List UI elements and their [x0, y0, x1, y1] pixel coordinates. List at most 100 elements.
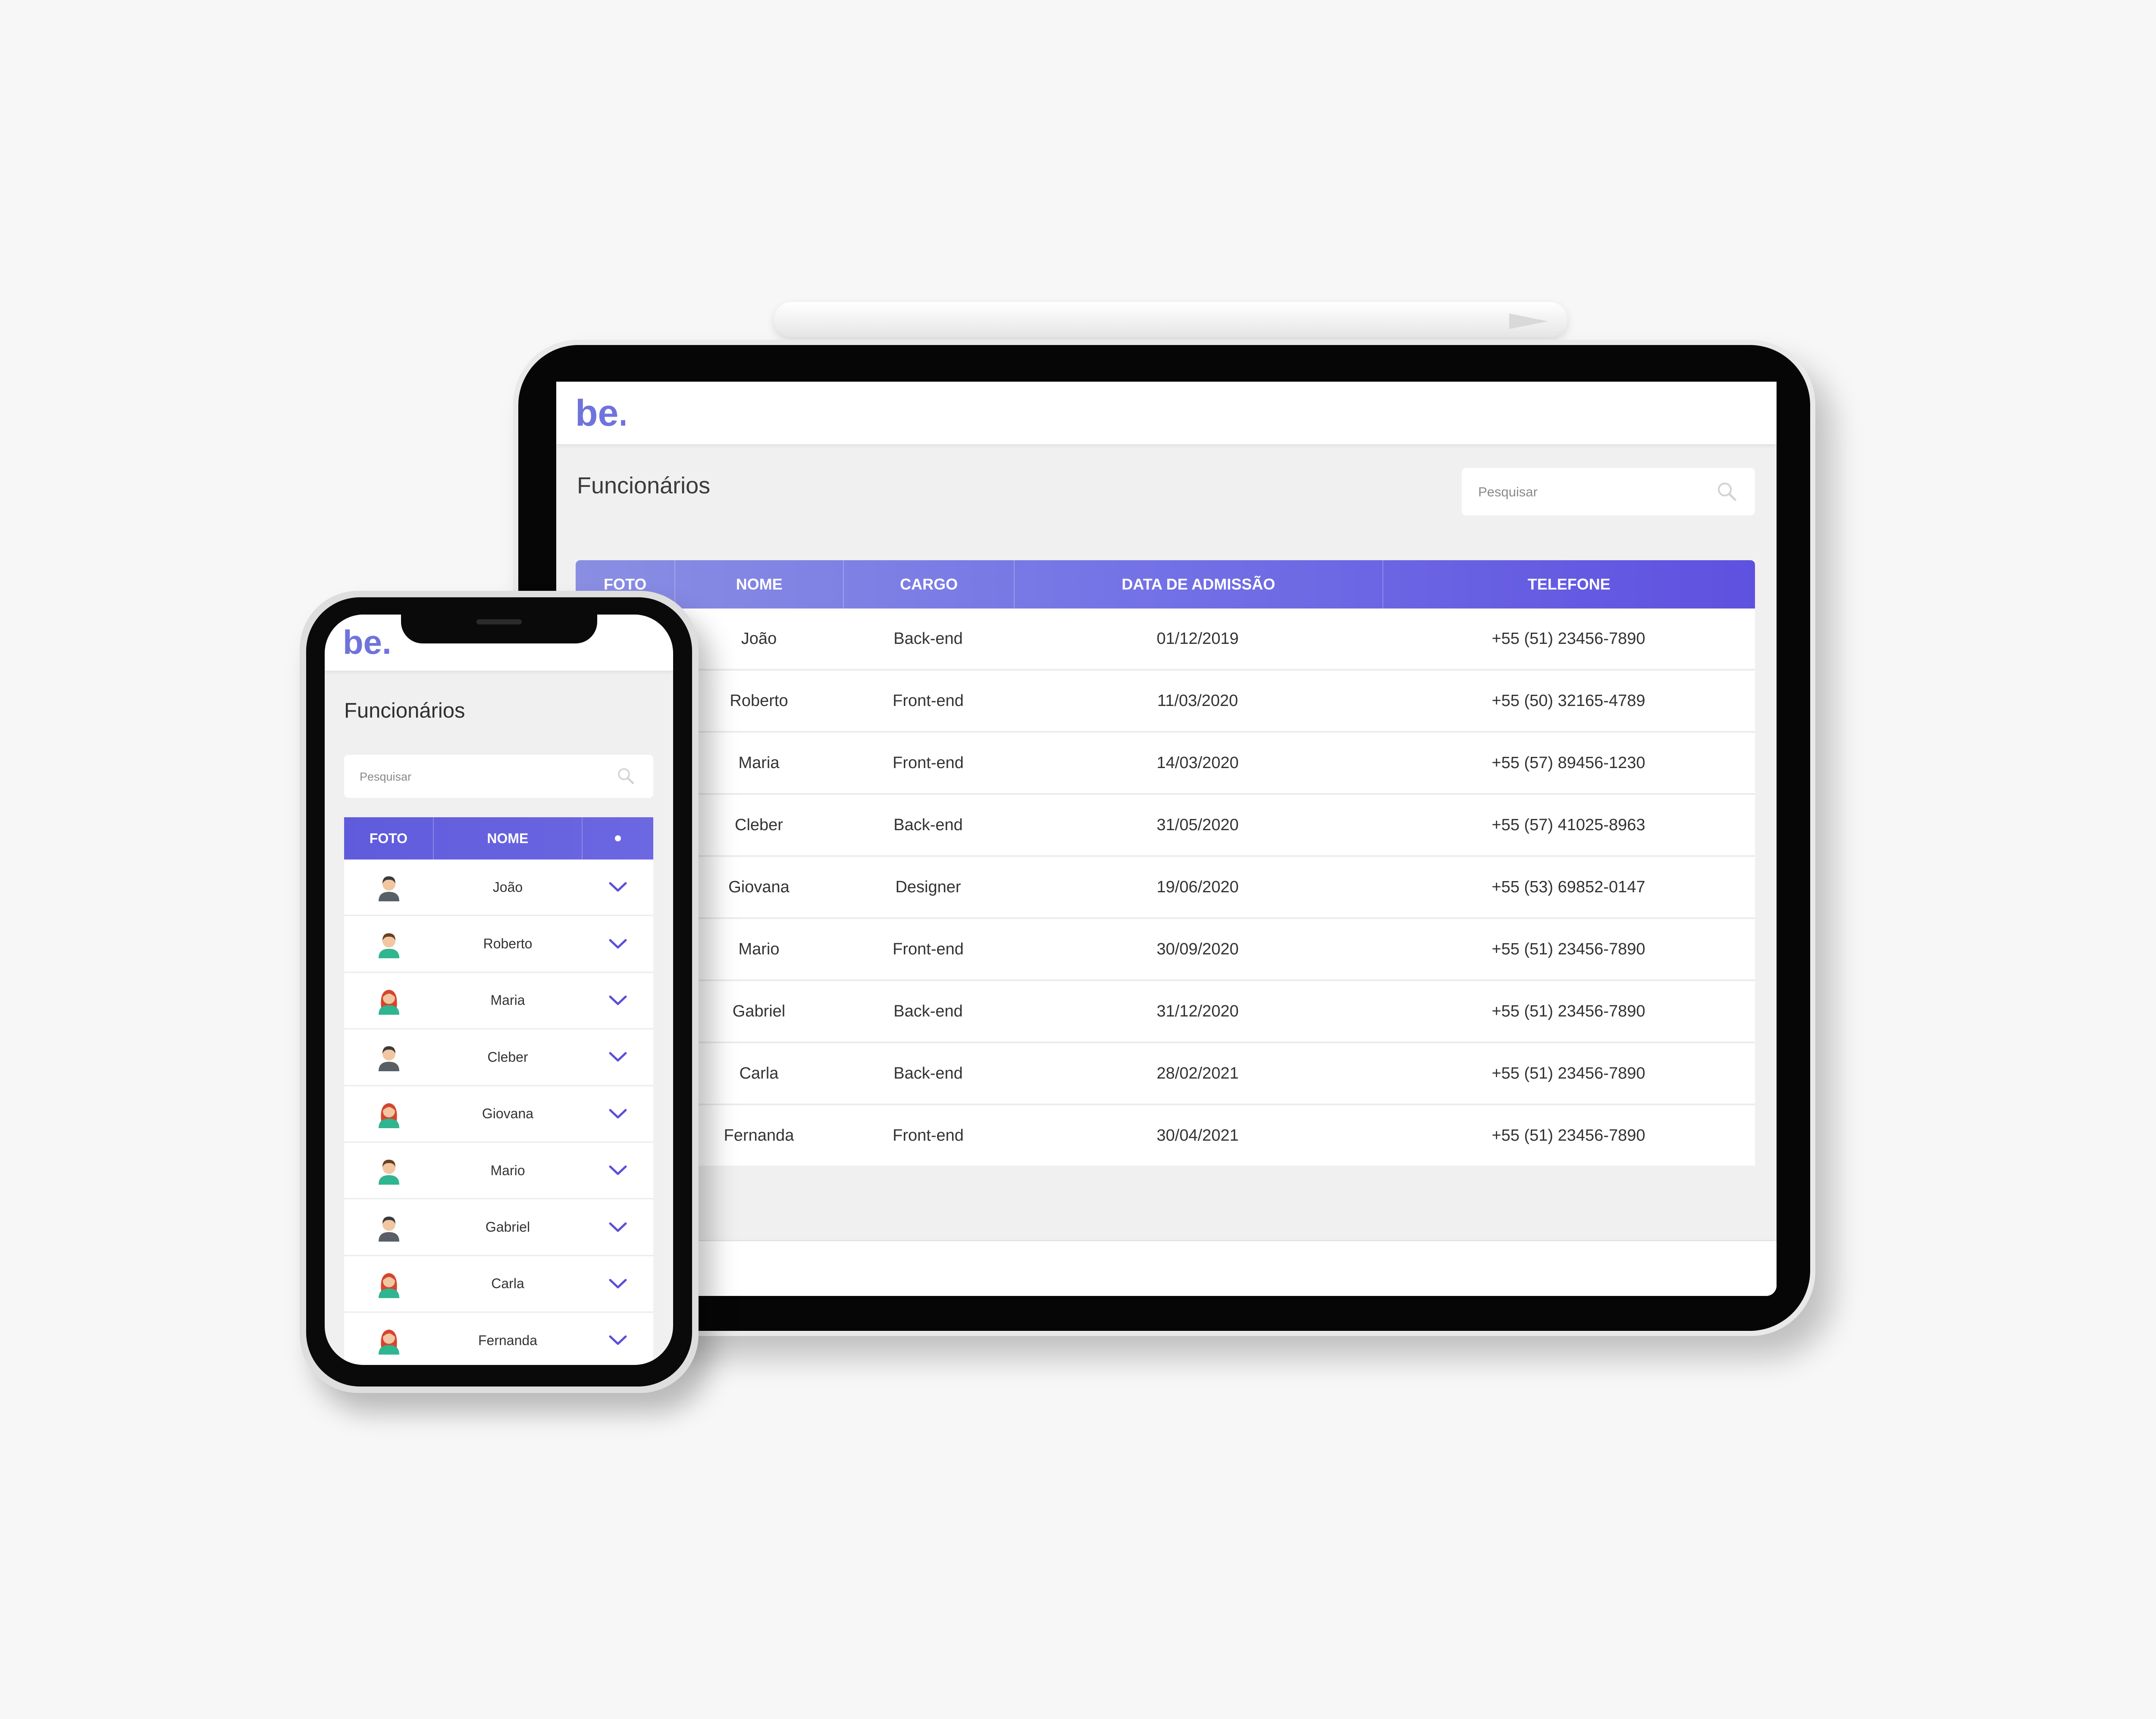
name-cell: Carla — [491, 1276, 524, 1292]
table-header: FOTO NOME CARGO DATA DE ADMISSÃO TELEFON… — [576, 560, 1755, 609]
table-row[interactable]: Maria — [344, 973, 653, 1030]
name-cell: Maria — [738, 753, 780, 772]
table-row[interactable]: Carla Back-end 28/02/2021 +55 (51) 23456… — [576, 1043, 1755, 1105]
name-cell: Giovana — [728, 878, 790, 896]
search-input[interactable] — [1477, 481, 1712, 503]
search-input[interactable] — [359, 767, 602, 787]
table-row[interactable]: Fernanda — [344, 1313, 653, 1365]
female-red-hair-avatar-icon — [344, 973, 433, 1028]
tablet-top-bar: be. — [556, 382, 1777, 444]
role-cell: Front-end — [893, 753, 964, 772]
name-cell: João — [741, 629, 777, 648]
chevron-down-icon[interactable] — [582, 1029, 653, 1085]
tablet-footer-bar — [556, 1240, 1777, 1296]
column-header-nome[interactable]: NOME — [675, 560, 844, 609]
role-cell: Front-end — [893, 1126, 964, 1145]
chevron-down-icon[interactable] — [582, 860, 653, 915]
search-icon[interactable] — [1716, 481, 1738, 505]
stylus-tip — [1509, 314, 1548, 329]
table-row[interactable]: Gabriel Back-end 31/12/2020 +55 (51) 234… — [576, 981, 1755, 1043]
svg-text:be.: be. — [343, 625, 389, 660]
phone-speaker — [476, 619, 522, 624]
phone-cell: +55 (51) 23456-7890 — [1492, 1126, 1645, 1145]
male-dark-hair-avatar-icon — [344, 1199, 433, 1255]
table-row[interactable]: Gabriel — [344, 1199, 653, 1256]
dot-icon — [614, 835, 621, 841]
phone-cell: +55 (51) 23456-7890 — [1492, 1002, 1645, 1020]
chevron-down-icon[interactable] — [582, 973, 653, 1028]
column-header-cargo[interactable]: CARGO — [844, 560, 1015, 609]
name-cell: Mario — [738, 940, 780, 958]
admission-date-cell: 31/05/2020 — [1156, 816, 1239, 834]
male-brown-hair-avatar-icon — [344, 1143, 433, 1198]
employees-table: FOTO NOME CARGO DATA DE ADMISSÃO TELEFON… — [576, 560, 1755, 1166]
male-dark-hair-avatar-icon — [344, 860, 433, 915]
column-header-foto[interactable]: FOTO — [344, 817, 434, 860]
column-header-data-admissao[interactable]: DATA DE ADMISSÃO — [1015, 560, 1383, 609]
table-row[interactable]: Carla — [344, 1256, 653, 1313]
chevron-down-icon[interactable] — [582, 1143, 653, 1198]
phone-cell: +55 (51) 23456-7890 — [1492, 1064, 1645, 1082]
svg-text:be.: be. — [575, 395, 625, 433]
phone-cell: +55 (57) 41025-8963 — [1492, 816, 1645, 834]
table-row[interactable]: Roberto — [344, 916, 653, 973]
admission-date-cell: 30/09/2020 — [1156, 940, 1239, 958]
name-cell: Maria — [490, 992, 525, 1008]
search-box[interactable] — [344, 755, 653, 798]
column-header-telefone[interactable]: TELEFONE — [1383, 560, 1755, 609]
phone-screen: be. Funcionários FOTO NOME João — [325, 615, 673, 1365]
table-row[interactable]: Maria Front-end 14/03/2020 +55 (57) 8945… — [576, 733, 1755, 795]
phone-notch — [401, 613, 597, 643]
stylus-pencil — [774, 302, 1567, 337]
name-cell: Gabriel — [732, 1002, 786, 1020]
phone-cell: +55 (57) 89456-1230 — [1492, 753, 1645, 772]
name-cell: Mario — [490, 1162, 525, 1178]
male-dark-hair-avatar-icon — [344, 1029, 433, 1085]
admission-date-cell: 19/06/2020 — [1156, 878, 1239, 896]
table-row[interactable]: Roberto Front-end 11/03/2020 +55 (50) 32… — [576, 671, 1755, 733]
table-row[interactable]: Giovana Designer 19/06/2020 +55 (53) 698… — [576, 857, 1755, 919]
role-cell: Back-end — [893, 629, 963, 648]
role-cell: Front-end — [893, 691, 964, 710]
table-row[interactable]: Cleber Back-end 31/05/2020 +55 (57) 4102… — [576, 795, 1755, 857]
name-cell: João — [492, 879, 523, 895]
table-row[interactable]: Mario — [344, 1143, 653, 1200]
name-cell: Carla — [739, 1064, 779, 1082]
table-row[interactable]: João — [344, 860, 653, 916]
name-cell: Cleber — [735, 816, 783, 834]
phone-cell: +55 (51) 23456-7890 — [1492, 940, 1645, 958]
role-cell: Back-end — [893, 816, 963, 834]
admission-date-cell: 30/04/2021 — [1156, 1126, 1239, 1145]
admission-date-cell: 31/12/2020 — [1156, 1002, 1239, 1020]
page-title: Funcionários — [344, 699, 465, 722]
table-row[interactable]: Cleber — [344, 1029, 653, 1086]
role-cell: Back-end — [893, 1002, 963, 1020]
table-row[interactable]: João Back-end 01/12/2019 +55 (51) 23456-… — [576, 609, 1755, 671]
chevron-down-icon[interactable] — [582, 1199, 653, 1255]
search-icon[interactable] — [617, 767, 636, 788]
role-cell: Back-end — [893, 1064, 963, 1082]
be-logo[interactable]: be. — [342, 623, 392, 662]
admission-date-cell: 11/03/2020 — [1157, 691, 1238, 710]
table-row[interactable]: Fernanda Front-end 30/04/2021 +55 (51) 2… — [576, 1105, 1755, 1166]
female-red-hair-avatar-icon — [344, 1086, 433, 1142]
be-logo[interactable]: be. — [573, 392, 629, 436]
search-box[interactable] — [1462, 468, 1755, 515]
table-header: FOTO NOME — [344, 817, 653, 860]
admission-date-cell: 28/02/2021 — [1156, 1064, 1239, 1082]
female-red-hair-avatar-icon — [344, 1313, 433, 1365]
table-row[interactable]: Mario Front-end 30/09/2020 +55 (51) 2345… — [576, 919, 1755, 981]
name-cell: Cleber — [487, 1049, 528, 1065]
column-header-nome[interactable]: NOME — [434, 817, 583, 860]
name-cell: Roberto — [730, 691, 788, 710]
phone-cell: +55 (53) 69852-0147 — [1492, 878, 1645, 896]
name-cell: Gabriel — [485, 1219, 530, 1235]
male-brown-hair-avatar-icon — [344, 916, 433, 971]
chevron-down-icon[interactable] — [582, 1086, 653, 1142]
chevron-down-icon[interactable] — [582, 916, 653, 971]
chevron-down-icon[interactable] — [582, 1313, 653, 1365]
table-row[interactable]: Giovana — [344, 1086, 653, 1143]
column-header-more[interactable] — [583, 817, 653, 860]
tablet-screen: be. Funcionários FOTO NOME CARGO DATA DE… — [556, 382, 1777, 1296]
chevron-down-icon[interactable] — [582, 1256, 653, 1311]
